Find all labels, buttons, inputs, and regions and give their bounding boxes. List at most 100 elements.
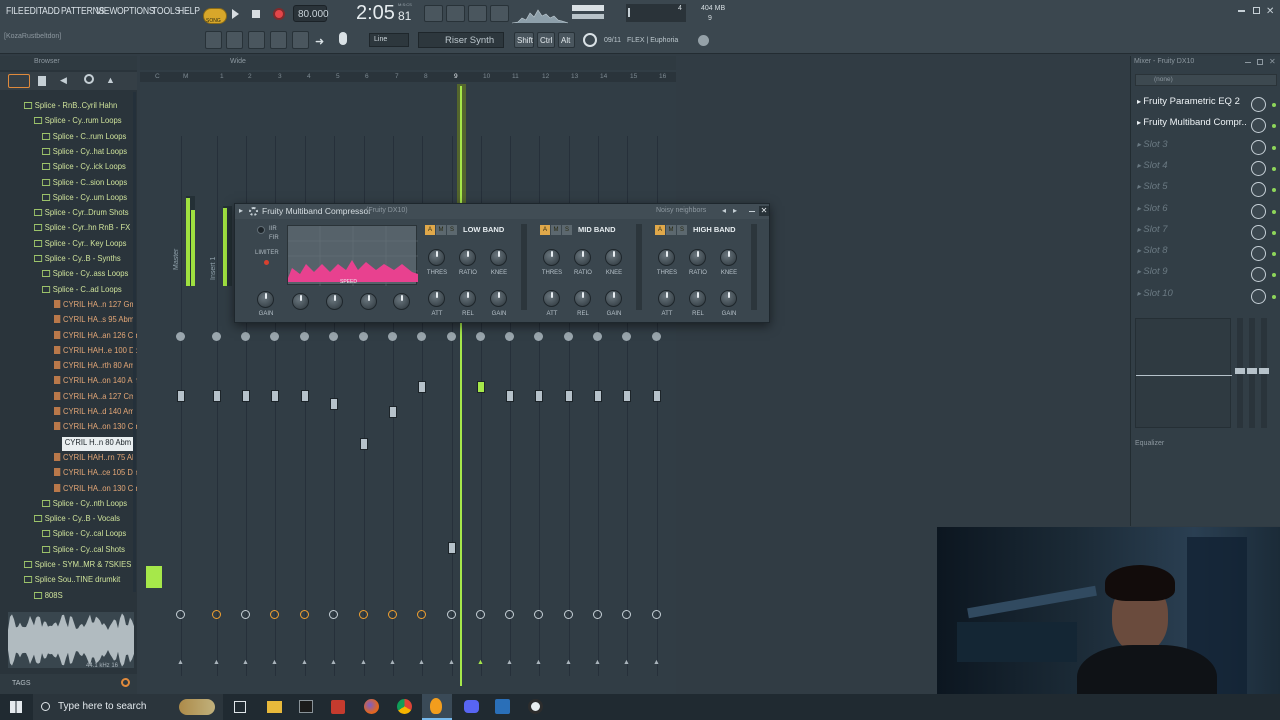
tags-search-icon[interactable] (121, 678, 130, 687)
band-s-button[interactable]: S (562, 225, 572, 235)
fx-slot[interactable]: ▸ Slot 6 (1137, 203, 1267, 221)
fx-input-select[interactable]: (none) (1135, 74, 1277, 86)
band-m-button[interactable]: M (666, 225, 676, 235)
band-rel-knob[interactable] (574, 290, 591, 307)
route-arrow-icon[interactable]: ▲ (418, 659, 425, 666)
volume-fader[interactable] (389, 406, 397, 418)
media-icon[interactable] (331, 700, 345, 714)
stop-button[interactable] (252, 10, 260, 18)
speed-knob-1[interactable] (292, 293, 309, 310)
browser-item[interactable]: CYRIL HAH..rn 75 Ab (54, 452, 136, 466)
browser-item[interactable]: CYRIL HA..n 127 Gm (54, 299, 136, 313)
fx-slot[interactable]: ▸ Slot 9 (1137, 266, 1267, 284)
eq-fader-1[interactable] (1235, 318, 1245, 428)
slot-mix-knob[interactable] (1251, 97, 1266, 112)
fl-studio-icon[interactable] (422, 694, 452, 720)
pan-knob[interactable] (564, 332, 573, 341)
send-knob[interactable] (505, 610, 514, 619)
plugin-picker-button[interactable] (292, 31, 309, 49)
pattern-mode-button[interactable] (424, 5, 443, 22)
volume-fader[interactable] (448, 542, 456, 554)
track-number[interactable]: 11 (512, 73, 519, 80)
route-arrow-icon[interactable]: ▲ (242, 659, 249, 666)
taskbar-search[interactable]: Type here to search (33, 694, 223, 720)
plugin-close-icon[interactable]: ✕ (759, 206, 769, 216)
task-view-icon[interactable] (234, 701, 246, 713)
route-arrow-icon[interactable]: ▲ (271, 659, 278, 666)
route-arrow-icon[interactable]: ▲ (330, 659, 337, 666)
band-ratio-knob[interactable] (574, 249, 591, 266)
browser-item[interactable]: CYRIL H..n 80 Abm (62, 436, 134, 451)
volume-fader[interactable] (565, 390, 573, 402)
slot-mix-knob[interactable] (1251, 246, 1266, 262)
pan-knob[interactable] (534, 332, 543, 341)
route-arrow-icon[interactable]: ▲ (448, 659, 455, 666)
eq-fader-3[interactable] (1259, 318, 1269, 428)
band-ratio-knob[interactable] (459, 249, 476, 266)
send-knob[interactable] (447, 610, 456, 619)
send-knob[interactable] (212, 610, 221, 619)
volume-fader[interactable] (653, 390, 661, 402)
mic-icon[interactable] (339, 32, 347, 45)
slot-enable-led[interactable] (1272, 124, 1276, 129)
track-number[interactable]: C (155, 73, 160, 80)
fx-panel-close-icon[interactable]: ✕ (1269, 57, 1276, 66)
volume-fader[interactable] (535, 390, 543, 402)
fx-slot[interactable]: ▸ Fruity Parametric EQ 2 (1137, 96, 1267, 114)
fx-slot[interactable]: ▸ Fruity Multiband Compr.. (1137, 117, 1267, 135)
metronome-button[interactable] (446, 5, 465, 22)
send-knob[interactable] (241, 610, 250, 619)
menu-edit[interactable]: EDIT (24, 6, 43, 17)
band-knee-knob[interactable] (605, 249, 622, 266)
news-icon[interactable] (583, 33, 597, 47)
volume-fader[interactable] (271, 390, 279, 402)
route-arrow-icon[interactable]: ▲ (301, 659, 308, 666)
fx-slot[interactable]: ▸ Slot 5 (1137, 181, 1267, 199)
fx-slot[interactable]: ▸ Slot 10 (1137, 288, 1267, 306)
volume-fader[interactable] (623, 390, 631, 402)
pan-knob[interactable] (447, 332, 456, 341)
windows-start-icon[interactable] (10, 701, 22, 713)
browser-item[interactable]: CYRIL HA..on 130 Cm (54, 483, 137, 497)
send-knob[interactable] (270, 610, 279, 619)
browser-item[interactable]: Splice - Cy..um Loops (42, 192, 127, 206)
slot-enable-led[interactable] (1272, 166, 1276, 171)
menu-file[interactable]: FILE (6, 6, 24, 17)
track-number[interactable]: 1 (220, 73, 224, 80)
track-number[interactable]: 8 (424, 73, 428, 80)
menu-add[interactable]: ADD (42, 6, 60, 17)
browser-menu-button[interactable] (8, 74, 30, 88)
channel-rack-button[interactable] (248, 31, 265, 49)
band-ratio-knob[interactable] (689, 249, 706, 266)
pan-knob[interactable] (388, 332, 397, 341)
speed-knob-3[interactable] (360, 293, 377, 310)
browser-item[interactable]: CYRIL HA..on 130 Cm (54, 421, 137, 435)
send-knob[interactable] (359, 610, 368, 619)
slot-enable-led[interactable] (1272, 209, 1276, 214)
browser-item[interactable]: Splice - Cy..B - Vocals (34, 513, 120, 527)
pan-knob[interactable] (593, 332, 602, 341)
track-number[interactable]: 6 (365, 73, 369, 80)
app-icon[interactable] (495, 699, 510, 714)
band-gain-knob[interactable] (605, 290, 622, 307)
menu-help[interactable]: HELP (178, 6, 200, 17)
browser-item[interactable]: CYRIL HA..an 126 Cm (54, 330, 137, 344)
slot-mix-knob[interactable] (1251, 139, 1266, 155)
wait-input-button[interactable] (468, 5, 487, 22)
send-knob[interactable] (388, 610, 397, 619)
send-knob[interactable] (417, 610, 426, 619)
firefox-icon[interactable] (364, 699, 379, 714)
slot-enable-led[interactable] (1272, 294, 1276, 299)
track-number[interactable]: 14 (600, 73, 607, 80)
browser-item[interactable]: Splice - Cy..cal Shots (42, 544, 125, 558)
band-a-button[interactable]: A (655, 225, 665, 235)
chrome-icon[interactable] (397, 699, 412, 714)
browser-item[interactable]: Splice - Cy..rum Loops (34, 115, 122, 129)
send-knob[interactable] (564, 610, 573, 619)
send-knob[interactable] (593, 610, 602, 619)
countdown-button[interactable] (490, 5, 509, 22)
browser-item[interactable]: Splice - Cy..nth Loops (42, 498, 127, 512)
window-minimize-button[interactable] (1238, 10, 1245, 12)
route-arrow-icon[interactable]: ▲ (653, 659, 660, 666)
band-knee-knob[interactable] (490, 249, 507, 266)
